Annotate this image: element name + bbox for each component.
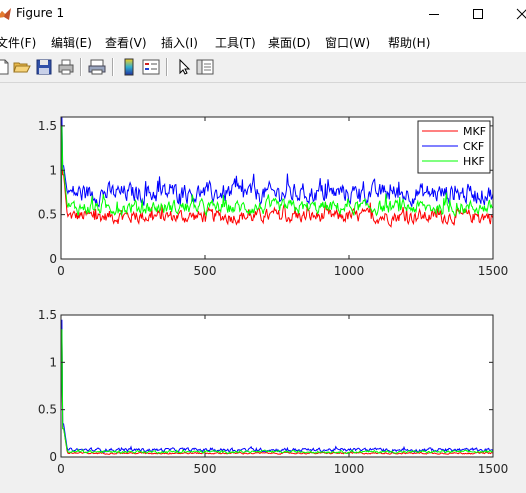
- y-tick-label: 0.5: [38, 403, 57, 417]
- maximize-icon: [473, 9, 483, 19]
- colorbar-icon[interactable]: [120, 58, 138, 76]
- y-tick-label: 1.5: [38, 119, 57, 133]
- toolbar-separator: [112, 58, 114, 76]
- menu-view[interactable]: 查看(V): [105, 34, 147, 51]
- save-icon[interactable]: [35, 58, 53, 76]
- figure-area: 0 500 1000 1500 0 0.5 1 1.5 MKF CKF HKF 0 500 1000 150…: [0, 83, 526, 490]
- property-editor-icon[interactable]: [196, 58, 214, 76]
- menu-file[interactable]: 文件(F): [0, 34, 36, 51]
- figure-canvas[interactable]: 0 500 1000 1500 0 0.5 1 1.5 MKF CKF HKF 0 500 1000 150…: [0, 83, 526, 490]
- x-tick-label: 0: [57, 462, 65, 476]
- axes-2-background: [61, 315, 493, 457]
- close-button[interactable]: [502, 0, 526, 28]
- print-preview-icon[interactable]: [88, 58, 106, 76]
- menu-help[interactable]: 帮助(H): [388, 34, 430, 51]
- toolbar-separator: [80, 58, 82, 76]
- window-title: Figure 1: [16, 6, 65, 20]
- menu-edit[interactable]: 编辑(E): [51, 34, 92, 51]
- menu-tools[interactable]: 工具(T): [215, 34, 256, 51]
- edit-plot-arrow-icon[interactable]: [175, 58, 193, 76]
- y-tick-label: 0: [49, 252, 57, 266]
- title-bar: Figure 1: [0, 0, 526, 30]
- minimize-button[interactable]: [414, 0, 454, 28]
- y-tick-label: 0: [49, 450, 57, 464]
- x-tick-label: 1000: [334, 264, 365, 278]
- menu-desktop[interactable]: 桌面(D): [268, 34, 311, 51]
- menu-insert[interactable]: 插入(I): [161, 34, 198, 51]
- legend-icon[interactable]: [142, 58, 160, 76]
- new-figure-icon[interactable]: [0, 58, 12, 76]
- menu-window[interactable]: 窗口(W): [325, 34, 370, 51]
- y-tick-label: 1.5: [38, 308, 57, 322]
- legend-label-hkf: HKF: [463, 155, 485, 168]
- y-tick-label: 1: [49, 355, 57, 369]
- matlab-logo-icon: [0, 8, 11, 20]
- toolbar: [0, 52, 526, 83]
- x-tick-label: 500: [194, 462, 217, 476]
- close-icon: [516, 8, 526, 20]
- minimize-icon: [429, 14, 439, 15]
- x-tick-label: 1000: [334, 462, 365, 476]
- legend-label-ckf: CKF: [463, 140, 484, 153]
- menu-bar: 文件(F) 编辑(E) 查看(V) 插入(I) 工具(T) 桌面(D) 窗口(W…: [0, 30, 526, 52]
- x-tick-label: 1500: [478, 462, 509, 476]
- print-icon[interactable]: [57, 58, 75, 76]
- legend-label-mkf: MKF: [463, 125, 486, 138]
- open-file-icon[interactable]: [13, 58, 31, 76]
- y-tick-label: 1: [49, 163, 57, 177]
- toolbar-separator: [166, 58, 168, 76]
- x-tick-label: 500: [194, 264, 217, 278]
- x-tick-label: 1500: [478, 264, 509, 278]
- x-tick-label: 0: [57, 264, 65, 278]
- y-tick-label: 0.5: [38, 208, 57, 222]
- maximize-button[interactable]: [458, 0, 498, 28]
